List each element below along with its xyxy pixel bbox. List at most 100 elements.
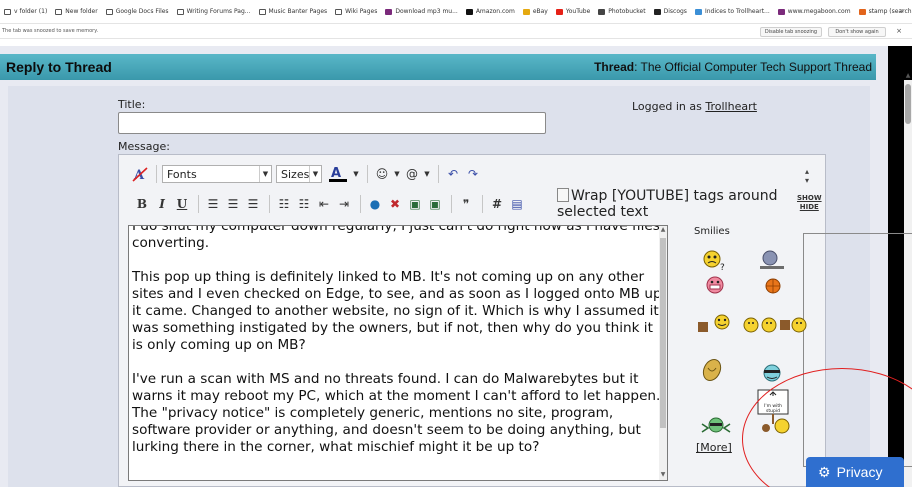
size-select-value: Sizes [281, 167, 310, 181]
chevron-down-icon[interactable]: ▼ [352, 165, 360, 183]
message-textarea[interactable]: I do shut my computer down regularly, I … [128, 225, 668, 481]
message-text[interactable]: I do shut my computer down regularly, I … [132, 226, 664, 456]
insert-link-icon[interactable]: ● [366, 195, 384, 213]
bookmark-item[interactable]: New folder [51, 8, 101, 15]
ebay-icon [522, 8, 530, 15]
bookmark-item[interactable]: eBay [519, 8, 552, 15]
chevron-down-icon[interactable]: ▼ [393, 165, 401, 183]
reply-header-bar: Reply to Thread Thread: The Official Com… [0, 54, 876, 80]
resize-editor-icon[interactable]: ▴ ▾ [805, 167, 809, 185]
show-label: SHOW [797, 194, 822, 202]
align-right-icon[interactable]: ☰ [244, 195, 262, 213]
smiley-angry[interactable] [700, 274, 730, 296]
bookmark-item[interactable]: www.megaboon.com [774, 8, 855, 15]
bookmark-label: Writing Forums Pag... [186, 8, 251, 15]
toolbar-separator [360, 195, 361, 213]
font-select-value: Fonts [167, 167, 197, 181]
remove-formatting-icon[interactable]: A [131, 165, 149, 183]
chevron-down-icon: ▼ [259, 166, 271, 182]
folder-icon [258, 8, 266, 15]
wrap-code-icon[interactable]: # [488, 195, 506, 213]
bookmark-label: v folder (1) [14, 8, 48, 15]
dont-show-again-button[interactable]: Don't show again [828, 27, 886, 37]
folder-icon [4, 8, 11, 15]
bold-icon[interactable]: B [133, 195, 151, 213]
svg-text:A: A [331, 166, 341, 181]
smiley-confused[interactable]: ? [700, 248, 730, 272]
bookmark-label: Wiki Pages [345, 8, 378, 15]
outdent-icon[interactable]: ⇤ [315, 195, 333, 213]
bookmark-item[interactable]: v folder (1) [0, 8, 51, 15]
bookmark-item[interactable]: Download mp3 mu... [381, 8, 461, 15]
bookmark-item[interactable]: Discogs [650, 8, 691, 15]
photobucket-icon [598, 8, 606, 15]
notice-text: The tab was snoozed to save memory. [2, 28, 99, 34]
chevron-down-icon: ▼ [309, 166, 321, 182]
scroll-down-arrow-icon[interactable]: ▼ [659, 471, 667, 478]
bookmark-label: Google Docs Files [115, 8, 169, 15]
redo-icon[interactable]: ↷ [464, 165, 482, 183]
align-left-icon[interactable]: ☰ [204, 195, 222, 213]
ordered-list-icon[interactable]: ☷ [275, 195, 293, 213]
bookmark-label: eBay [532, 8, 548, 15]
align-center-icon[interactable]: ☰ [224, 195, 242, 213]
insert-image-icon[interactable]: ▣ [426, 195, 444, 213]
quote-icon[interactable]: ❞ [457, 195, 475, 213]
logged-in-prefix: Logged in as [632, 100, 706, 113]
scroll-up-arrow-icon[interactable]: ▲ [659, 226, 667, 233]
bookmark-label: Indices to Trollheart... [704, 8, 770, 15]
message-label: Message: [118, 140, 170, 153]
smiley-ball[interactable] [760, 276, 786, 296]
bookmark-item[interactable]: YouTube [552, 8, 594, 15]
svg-text:?: ? [720, 263, 725, 272]
underline-icon[interactable]: U [173, 195, 191, 213]
textarea-scrollbar-thumb[interactable] [660, 238, 666, 428]
unordered-list-icon[interactable]: ☷ [295, 195, 313, 213]
toolbar-separator [156, 165, 157, 183]
wrap-youtube-tags-button[interactable]: Wrap [YOUTUBE] tags around selected text [557, 188, 787, 220]
insert-email-icon[interactable]: ▣ [406, 195, 424, 213]
close-notice-icon[interactable]: × [896, 27, 902, 35]
smiley-yawn[interactable] [698, 356, 726, 384]
bookmarks-overflow-button[interactable]: » [899, 6, 904, 15]
thread-title: : The Official Computer Tech Support Thr… [634, 60, 872, 74]
chevron-down-icon[interactable]: ▼ [423, 165, 431, 183]
site-icon [385, 8, 393, 15]
italic-icon[interactable]: I [153, 195, 171, 213]
bookmark-item[interactable]: Amazon.com [462, 8, 519, 15]
folder-icon [176, 8, 184, 15]
toolbar-separator [367, 165, 368, 183]
remove-link-icon[interactable]: ✖ [386, 195, 404, 213]
smiley-dance[interactable] [698, 414, 734, 438]
smiley-group[interactable] [742, 314, 808, 336]
toolbar-separator [438, 165, 439, 183]
indent-icon[interactable]: ⇥ [335, 195, 353, 213]
bookmark-item[interactable]: Writing Forums Pag... [173, 8, 255, 15]
smiley-chatting[interactable] [696, 310, 732, 340]
show-hide-toggle[interactable]: SHOW HIDE [797, 194, 822, 212]
size-select[interactable]: Sizes ▼ [276, 165, 322, 183]
page-scrollbar-thumb[interactable] [905, 84, 911, 124]
text-color-icon[interactable]: A [328, 165, 350, 183]
attachment-icon[interactable]: @ [403, 165, 421, 183]
disable-snoozing-button[interactable]: Disable tab snoozing [760, 27, 822, 37]
broken-image-icon [557, 188, 569, 202]
more-smilies-link[interactable]: [More] [696, 441, 732, 454]
bookmark-item[interactable]: Wiki Pages [331, 8, 381, 15]
bookmark-item[interactable]: Indices to Trollheart... [691, 8, 774, 15]
smiley-insert-icon[interactable]: ☺ [373, 165, 391, 183]
bookmark-item[interactable]: Google Docs Files [102, 8, 173, 15]
font-select[interactable]: Fonts ▼ [162, 165, 272, 183]
smiley-cool[interactable] [758, 362, 786, 384]
bookmark-label: YouTube [565, 8, 591, 15]
textarea-scrollbar[interactable]: ▲ ▼ [659, 226, 667, 480]
undo-icon[interactable]: ↶ [444, 165, 462, 183]
smiley-faceplant[interactable] [756, 248, 788, 272]
title-input[interactable] [118, 112, 546, 134]
username-link[interactable]: Trollheart [705, 100, 757, 113]
bookmark-item[interactable]: Music Banter Pages [255, 8, 332, 15]
wrap-html-icon[interactable]: ▤ [508, 195, 526, 213]
bookmark-item[interactable]: Photobucket [594, 8, 649, 15]
scroll-up-arrow-icon[interactable]: ▲ [904, 72, 912, 80]
bookmark-label: stamp (search resul... [868, 8, 912, 15]
